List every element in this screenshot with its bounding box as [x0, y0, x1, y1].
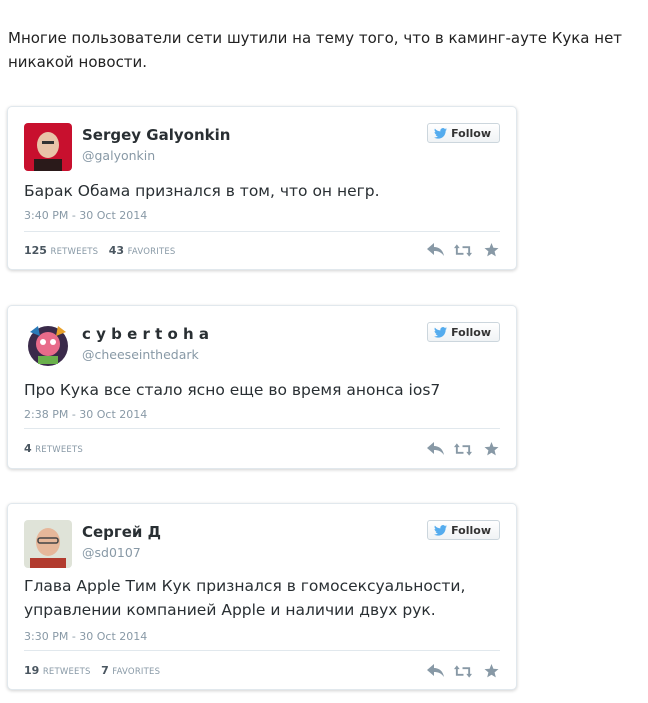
tweet-stats: 19 RETWEETS 7 FAVORITES [24, 664, 167, 677]
twitter-bird-icon [434, 127, 448, 139]
author-handle[interactable]: @sd0107 [82, 545, 141, 560]
avatar[interactable] [24, 123, 72, 171]
divider [24, 650, 500, 651]
follow-button[interactable]: Follow [427, 322, 500, 342]
favorite-icon[interactable] [482, 440, 500, 458]
tweet-text: Барак Обама признался в том, что он негр… [24, 182, 380, 200]
retweet-label: RETWEETS [35, 445, 83, 455]
tweet-actions [426, 241, 500, 259]
tweet-text: Про Кука все стало ясно еще во время ано… [24, 381, 441, 399]
favorite-count[interactable]: 7 [101, 664, 109, 677]
twitter-bird-icon [434, 326, 448, 338]
tweet-date[interactable]: 2:38 PM - 30 Oct 2014 [24, 408, 147, 421]
retweet-count[interactable]: 125 [24, 244, 47, 257]
favorite-icon[interactable] [482, 662, 500, 680]
retweet-icon[interactable] [454, 241, 472, 259]
author-name[interactable]: Сергей Д [82, 523, 161, 541]
intro-text: Многие пользователи сети шутили на тему … [8, 29, 623, 71]
author-name[interactable]: c y b e r t o h a [82, 325, 209, 343]
avatar[interactable] [24, 520, 72, 568]
retweet-label: RETWEETS [42, 667, 91, 677]
avatar[interactable] [24, 322, 72, 370]
reply-icon[interactable] [426, 241, 444, 259]
retweet-count[interactable]: 4 [24, 442, 32, 455]
favorite-count[interactable]: 43 [109, 244, 124, 257]
follow-button[interactable]: Follow [427, 123, 500, 143]
follow-label: Follow [451, 523, 491, 537]
retweet-label: RETWEETS [50, 247, 99, 257]
follow-label: Follow [451, 126, 491, 140]
twitter-bird-icon [434, 524, 448, 536]
reply-icon[interactable] [426, 662, 444, 680]
favorite-icon[interactable] [482, 241, 500, 259]
retweet-icon[interactable] [454, 662, 472, 680]
author-name[interactable]: Sergey Galyonkin [82, 126, 230, 144]
tweet-stats: 4 RETWEETS [24, 442, 90, 455]
divider [24, 428, 500, 429]
tweet-stats: 125 RETWEETS 43 FAVORITES [24, 244, 183, 257]
embedded-tweet: Sergey Galyonkin @galyonkin Follow Барак… [7, 106, 517, 270]
author-handle[interactable]: @cheeseinthedark [82, 347, 199, 362]
tweet-date[interactable]: 3:40 PM - 30 Oct 2014 [24, 209, 147, 222]
tweet-text: Глава Apple Тим Кук признался в гомосекс… [24, 577, 466, 619]
favorite-label: FAVORITES [127, 247, 176, 257]
tweet-actions [426, 662, 500, 680]
reply-icon[interactable] [426, 440, 444, 458]
follow-button[interactable]: Follow [427, 520, 500, 540]
divider [24, 231, 500, 232]
follow-label: Follow [451, 325, 491, 339]
tweet-date[interactable]: 3:30 PM - 30 Oct 2014 [24, 630, 147, 643]
retweet-count[interactable]: 19 [24, 664, 39, 677]
embedded-tweet: c y b e r t o h a @cheeseinthedark Follo… [7, 305, 517, 469]
favorite-label: FAVORITES [112, 667, 161, 677]
author-handle[interactable]: @galyonkin [82, 148, 155, 163]
tweet-actions [426, 440, 500, 458]
embedded-tweet: Сергей Д @sd0107 Follow Глава Apple Тим … [7, 503, 517, 690]
retweet-icon[interactable] [454, 440, 472, 458]
